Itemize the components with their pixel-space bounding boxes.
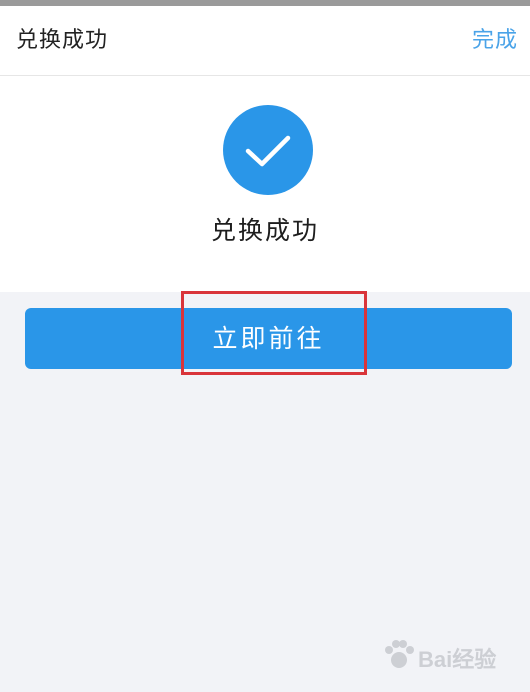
paw-logo-icon (385, 640, 414, 668)
result-card: 兑换成功 (0, 76, 530, 292)
watermark: Bai经验 (382, 634, 522, 678)
nav-bar: 兑换成功 完成 (0, 6, 530, 76)
done-button[interactable]: 完成 (472, 26, 518, 56)
watermark-text: Bai经验 (418, 647, 497, 672)
go-now-button[interactable]: 立即前往 (25, 308, 512, 369)
go-now-button-label: 立即前往 (212, 324, 325, 353)
checkmark-circle-icon (223, 105, 313, 195)
success-message: 兑换成功 (210, 216, 319, 245)
page-title: 兑换成功 (16, 28, 109, 53)
